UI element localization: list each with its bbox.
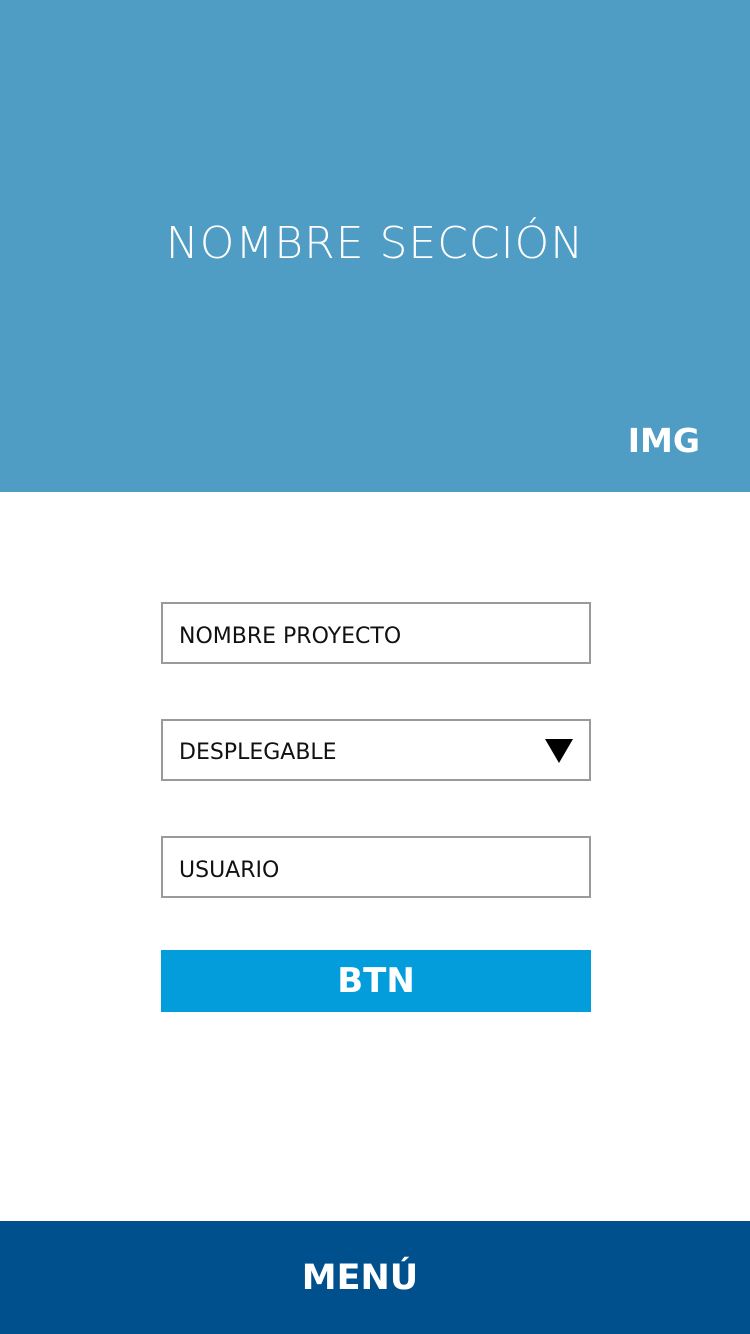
user-field[interactable]: [161, 836, 591, 898]
menu-bar[interactable]: MENÚ: [0, 1221, 750, 1334]
user-input[interactable]: [163, 838, 589, 896]
section-title: NOMBRE SECCIÓN: [165, 218, 585, 269]
image-placeholder-label: IMG: [627, 421, 700, 460]
dropdown-selected-value: DESPLEGABLE: [179, 740, 337, 765]
project-name-input[interactable]: [163, 604, 589, 662]
project-name-field[interactable]: [161, 602, 591, 664]
header-image-area: NOMBRE SECCIÓN IMG: [0, 0, 750, 492]
menu-label: MENÚ: [301, 1258, 419, 1298]
submit-button[interactable]: BTN: [161, 950, 591, 1012]
dropdown-select[interactable]: DESPLEGABLE: [161, 719, 591, 781]
triangle-down-icon: [545, 739, 573, 763]
